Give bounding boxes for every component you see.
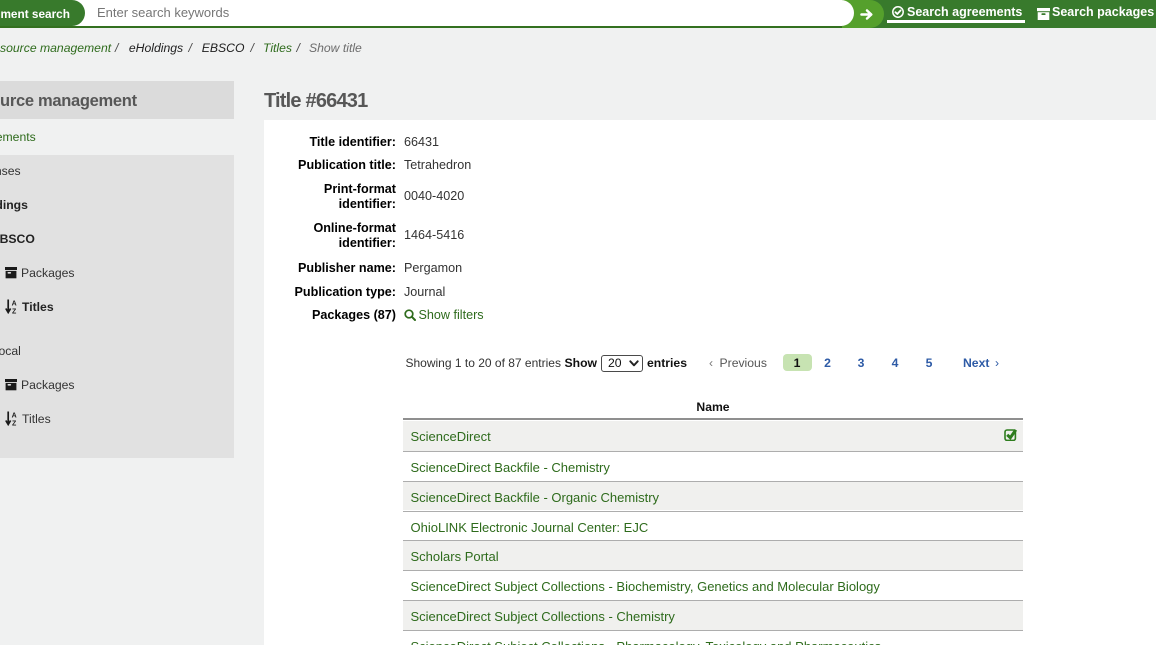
svg-text:A: A [11,300,16,307]
svg-text:Z: Z [12,420,17,426]
svg-text:A: A [11,412,16,419]
svg-text:Z: Z [12,308,17,314]
